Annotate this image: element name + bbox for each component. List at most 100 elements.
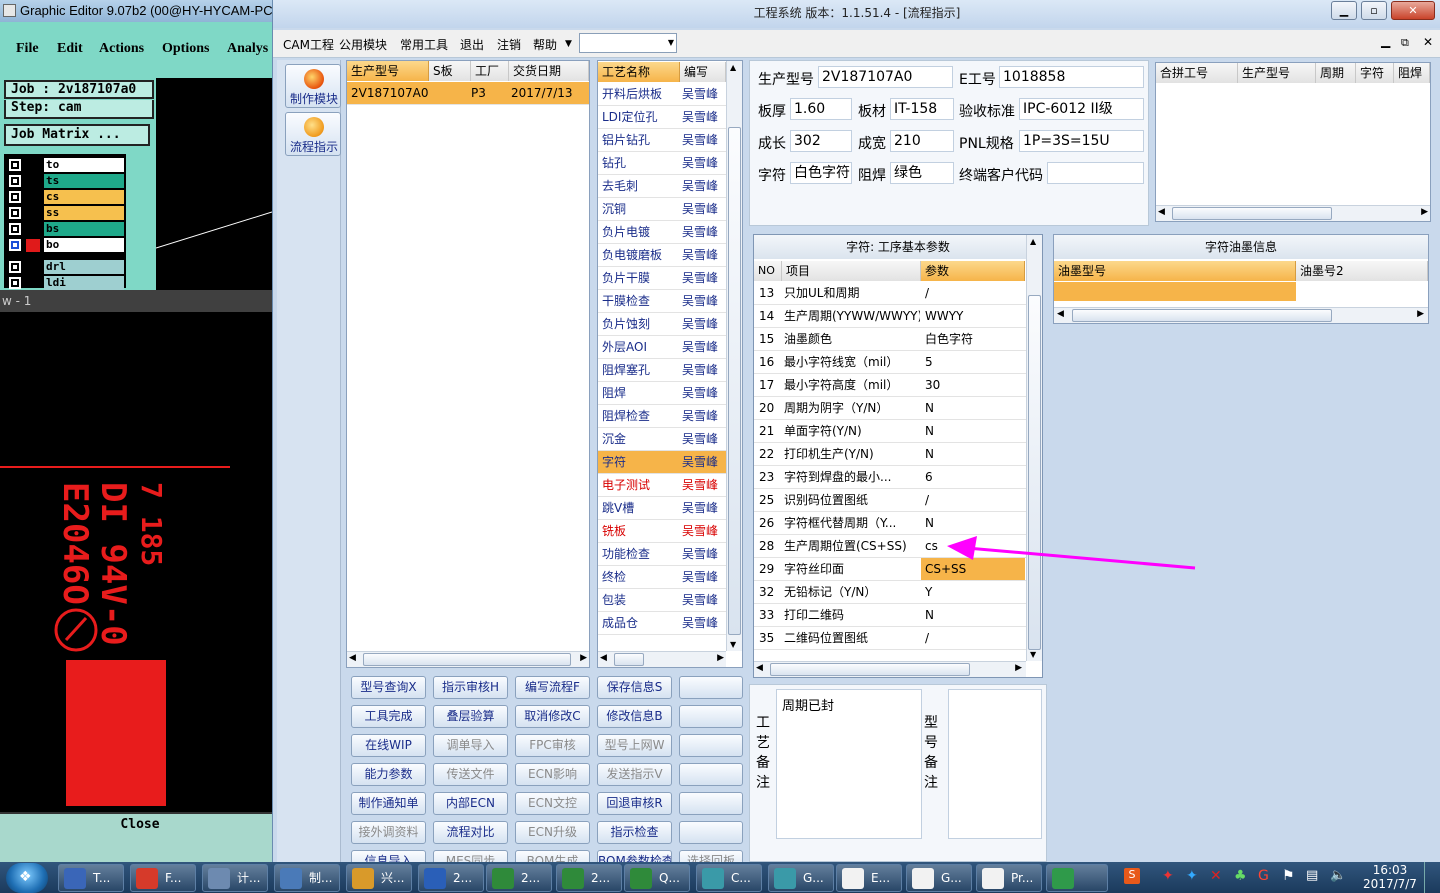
col-s-board[interactable]: S板 [429,61,471,81]
action-button[interactable]: 保存信息S [597,676,672,699]
layer-checkbox[interactable] [9,207,21,219]
action-button[interactable] [679,763,743,786]
close-window-button[interactable]: ✕ [1391,1,1435,20]
arrow-right-icon[interactable]: ▶ [1421,207,1428,217]
action-button[interactable] [679,821,743,844]
process-row[interactable]: 去毛刺 吴雪峰 [598,175,726,198]
process-remark-text[interactable]: 周期已封 [776,689,922,839]
scroll-thumb[interactable] [363,653,571,666]
scroll-thumb[interactable] [1072,309,1332,322]
layer-row-ss[interactable]: ss [6,206,124,220]
process-row[interactable]: 钻孔 吴雪峰 [598,152,726,175]
process-row[interactable]: 成品仓 吴雪峰 [598,612,726,635]
process-row[interactable]: LDI定位孔 吴雪峰 [598,106,726,129]
taskbar-button[interactable]: G... [906,864,972,892]
layer-row-bs[interactable]: bs [6,222,124,236]
close-button[interactable]: Close [0,812,272,836]
field-material[interactable]: IT-158 [890,98,954,120]
taskbar-button[interactable]: 兴... [346,864,412,892]
action-button[interactable]: 修改信息B [597,705,672,728]
params-hscrollbar[interactable]: ◀ ▶ [754,661,1026,677]
param-row[interactable]: 15 油墨颜色 白色字符 [754,328,1026,351]
process-row[interactable]: 跳V槽 吴雪峰 [598,497,726,520]
field-thickness[interactable]: 1.60 [790,98,852,120]
process-row[interactable]: 铣板 吴雪峰 [598,520,726,543]
mdi-close-icon[interactable]: ✕ [1423,35,1433,49]
layer-checkbox[interactable] [9,191,21,203]
taskbar-button[interactable]: 制... [274,864,340,892]
action-button[interactable]: 编写流程F [515,676,590,699]
layer-checkbox[interactable] [9,175,21,187]
layer-checkbox[interactable] [9,159,21,171]
col-factory[interactable]: 工厂 [471,61,509,81]
network-icon[interactable]: ▤ [1306,868,1318,883]
layer-row-ts[interactable]: ts [6,174,124,188]
taskbar-button[interactable]: 计... [202,864,268,892]
layer-scrollbar[interactable] [126,150,156,290]
action-button[interactable] [679,676,743,699]
param-row[interactable]: 35 二维码位置图纸 / [754,627,1026,650]
action-button[interactable] [679,792,743,815]
layer-checkbox[interactable] [9,239,21,251]
menu-actions[interactable]: Actions [99,41,144,57]
action-button[interactable]: 指示审核H [433,676,508,699]
field-model[interactable]: 2V187107A0 [818,66,953,88]
col-author[interactable]: 编写 [680,62,726,82]
ink-selected-row[interactable] [1054,282,1296,301]
menu-public[interactable]: 公用模块 [339,36,387,53]
model-remark-text[interactable] [948,689,1042,839]
table-row[interactable]: 2V187107A0 P3 2017/7/13 [347,82,589,105]
action-button[interactable]: 内部ECN [433,792,508,815]
scroll-thumb[interactable] [770,663,970,676]
nav-production-module[interactable]: 制作模块 [285,64,341,108]
tray-icon[interactable]: ✦ [1186,868,1198,884]
action-button[interactable]: 调单导入 [433,734,508,757]
process-row[interactable]: 终检 吴雪峰 [598,566,726,589]
menu-edit[interactable]: Edit [57,41,83,57]
taskbar-button[interactable]: 2... [556,864,622,892]
flag-icon[interactable]: ⚑ [1282,868,1295,884]
col-merge-legend[interactable]: 字符 [1356,63,1394,83]
action-button[interactable]: 流程对比 [433,821,508,844]
taskbar-button[interactable]: E... [836,864,902,892]
field-legend[interactable]: 白色字符 [790,162,852,184]
job-matrix-button[interactable]: Job Matrix ... [4,124,150,146]
action-button[interactable]: 型号查询X [351,676,426,699]
action-button[interactable]: 发送指示V [597,763,672,786]
field-e-number[interactable]: 1018858 [999,66,1144,88]
col-ink-type[interactable]: 油墨型号 [1054,261,1296,281]
process-row[interactable]: 阻焊检查 吴雪峰 [598,405,726,428]
pcb-canvas[interactable]: E2046O DI 94V-0 7 185 [0,312,272,812]
layer-row-drl[interactable]: drl [6,260,124,274]
process-row[interactable]: 包装 吴雪峰 [598,589,726,612]
field-length[interactable]: 302 [790,130,852,152]
col-process-name[interactable]: 工艺名称 [598,62,680,82]
col-due-date[interactable]: 交货日期 [509,61,589,81]
layer-row-bo[interactable]: bo [6,238,124,252]
arrow-left-icon[interactable]: ◀ [600,653,607,663]
action-button[interactable]: 接外调资料 [351,821,426,844]
order-hscrollbar[interactable]: ◀ ▶ [347,651,589,667]
col-merge-mask[interactable]: 阻焊 [1394,63,1430,83]
field-pnl[interactable]: 1P=3S=15U [1019,130,1144,152]
action-button[interactable]: 工具完成 [351,705,426,728]
menu-help[interactable]: 帮助 [533,36,557,53]
arrow-left-icon[interactable]: ◀ [1158,207,1165,217]
action-button[interactable]: 取消修改C [515,705,590,728]
taskbar-button[interactable]: 2... [486,864,552,892]
process-row[interactable]: 干膜检查 吴雪峰 [598,290,726,313]
arrow-down-icon[interactable]: ▼ [730,640,736,649]
menu-logout[interactable]: 注销 [497,36,521,53]
menu-analysis[interactable]: Analys [227,41,268,57]
param-row[interactable]: 17 最小字符高度（mil） 30 [754,374,1026,397]
arrow-right-icon[interactable]: ▶ [1417,309,1424,319]
scroll-thumb[interactable] [1028,295,1041,650]
menu-tools[interactable]: 常用工具 [400,36,448,53]
tray-app-icon[interactable]: S [1124,868,1140,884]
action-button[interactable]: 回退审核R [597,792,672,815]
layer-checkbox[interactable] [9,277,21,289]
action-button[interactable]: ECN升级 [515,821,590,844]
action-button[interactable]: 传送文件 [433,763,508,786]
process-row[interactable]: 阻焊 吴雪峰 [598,382,726,405]
menu-exit[interactable]: 退出 [460,36,484,53]
